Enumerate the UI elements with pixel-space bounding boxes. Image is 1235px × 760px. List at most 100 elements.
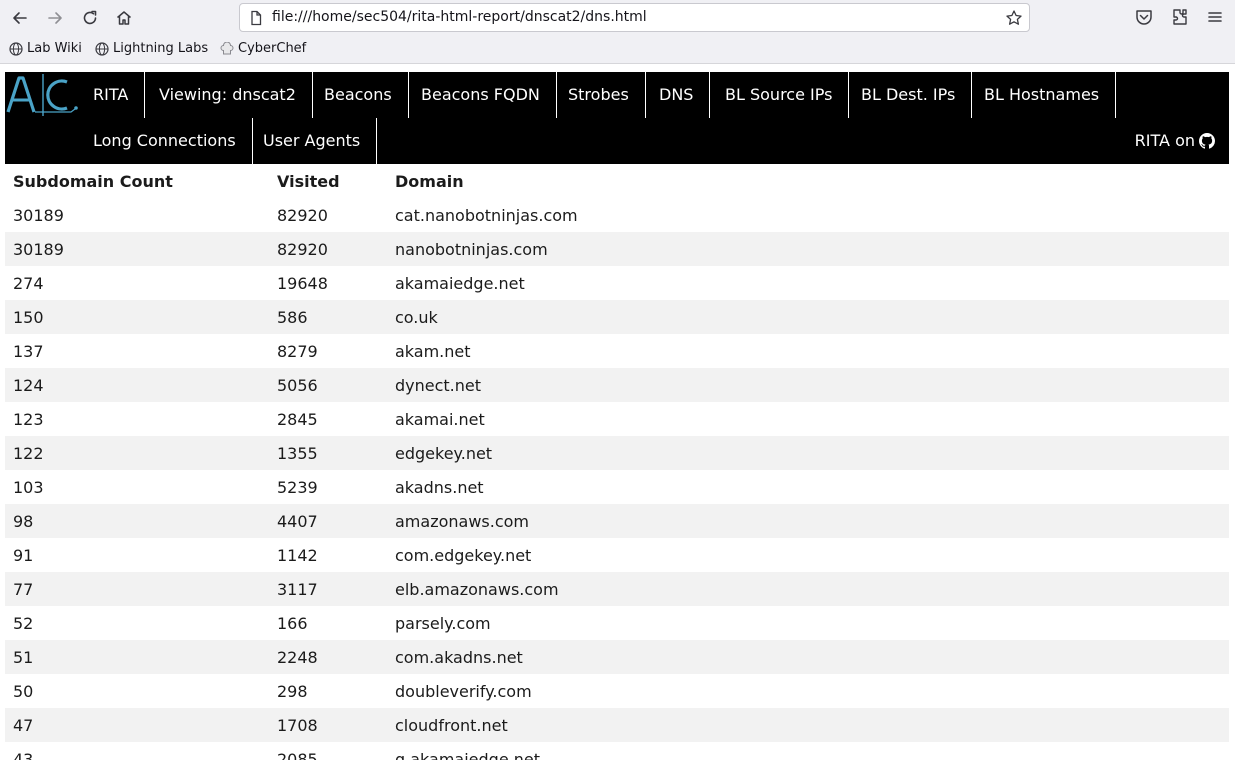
- rita-github-link[interactable]: RITA on: [1135, 118, 1215, 164]
- page-icon: [251, 10, 262, 26]
- cell-domain: cat.nanobotninjas.com: [395, 205, 578, 225]
- chef-hat-icon: [220, 41, 234, 54]
- nav-bl-hostnames[interactable]: BL Hostnames: [968, 72, 1117, 118]
- cell-subdomain-count: 122: [13, 443, 44, 463]
- menu-icon[interactable]: [1205, 7, 1225, 27]
- cell-visited: 1142: [277, 545, 318, 565]
- browser-toolbar: file:///home/sec504/rita-html-report/dns…: [0, 0, 1235, 36]
- cell-visited: 19648: [277, 273, 328, 293]
- table-row: 103 5239 akadns.net: [5, 470, 1229, 504]
- header-domain[interactable]: Domain: [387, 164, 1229, 198]
- header-subdomain-count[interactable]: Subdomain Count: [5, 164, 269, 198]
- cell-domain: nanobotninjas.com: [395, 239, 548, 259]
- globe-icon: [95, 41, 109, 56]
- table-row: 50 298 doubleverify.com: [5, 674, 1229, 708]
- cell-domain: parsely.com: [395, 613, 491, 633]
- cell-visited: 82920: [277, 239, 328, 259]
- cell-domain: cloudfront.net: [395, 715, 508, 735]
- nav-user-agents[interactable]: User Agents: [247, 118, 378, 164]
- cell-domain: akadns.net: [395, 477, 484, 497]
- cell-domain: com.akadns.net: [395, 647, 523, 667]
- table-row: 98 4407 amazonaws.com: [5, 504, 1229, 538]
- cell-subdomain-count: 43: [13, 749, 34, 760]
- github-link-label: RITA on: [1134, 131, 1195, 150]
- cell-visited: 2248: [277, 647, 318, 667]
- cell-subdomain-count: 77: [13, 579, 34, 599]
- cell-domain: akamai.net: [395, 409, 485, 429]
- cell-domain: com.edgekey.net: [395, 545, 532, 565]
- table-row: 51 2248 com.akadns.net: [5, 640, 1229, 674]
- cell-domain: amazonaws.com: [395, 511, 530, 531]
- cell-visited: 82920: [277, 205, 328, 225]
- nav-beacons[interactable]: Beacons: [308, 72, 409, 118]
- cell-visited: 298: [277, 681, 308, 701]
- table-row: 137 8279 akam.net: [5, 334, 1229, 368]
- bookmark-label: Lightning Labs: [113, 41, 209, 56]
- cell-domain: edgekey.net: [395, 443, 493, 463]
- url-text: file:///home/sec504/rita-html-report/dns…: [272, 9, 647, 25]
- cell-subdomain-count: 91: [13, 545, 34, 565]
- pocket-icon[interactable]: [1134, 7, 1154, 27]
- reload-button[interactable]: [77, 5, 103, 31]
- bookmarks-bar: Lab Wiki Lightning Labs CyberChef: [0, 36, 1235, 64]
- table-row: 52 166 parsely.com: [5, 606, 1229, 640]
- cell-visited: 4407: [277, 511, 318, 531]
- cell-visited: 2845: [277, 409, 318, 429]
- bookmark-cyberchef[interactable]: CyberChef: [220, 41, 306, 56]
- nav-beacons-fqdn[interactable]: Beacons FQDN: [405, 72, 557, 118]
- cell-visited: 166: [277, 613, 308, 633]
- bookmark-label: Lab Wiki: [27, 41, 82, 56]
- cell-subdomain-count: 98: [13, 511, 34, 531]
- extensions-icon[interactable]: [1170, 7, 1190, 27]
- rita-navbar: RITA Viewing: dnscat2 Beacons Beacons FQ…: [5, 72, 1229, 164]
- cell-subdomain-count: 124: [13, 375, 44, 395]
- forward-button[interactable]: [42, 5, 68, 31]
- cell-visited: 2085: [277, 749, 318, 760]
- home-button[interactable]: [111, 5, 137, 31]
- nav-long-connections[interactable]: Long Connections: [77, 118, 253, 164]
- cell-subdomain-count: 103: [13, 477, 44, 497]
- table-row: 150 586 co.uk: [5, 300, 1229, 334]
- table-row: 30189 82920 cat.nanobotninjas.com: [5, 198, 1229, 232]
- bookmark-lab-wiki[interactable]: Lab Wiki: [9, 41, 82, 56]
- cell-visited: 5056: [277, 375, 318, 395]
- activecountermeasures-logo[interactable]: [5, 72, 81, 118]
- cell-visited: 5239: [277, 477, 318, 497]
- table-row: 43 2085 g.akamaiedge.net: [5, 742, 1229, 760]
- table-header-row: Subdomain Count Visited Domain: [5, 164, 1229, 198]
- nav-dns[interactable]: DNS: [643, 72, 711, 118]
- globe-icon: [9, 41, 23, 56]
- table-row: 122 1355 edgekey.net: [5, 436, 1229, 470]
- nav-strobes[interactable]: Strobes: [552, 72, 646, 118]
- table-row: 91 1142 com.edgekey.net: [5, 538, 1229, 572]
- back-button[interactable]: [7, 5, 33, 31]
- nav-bl-dest-ips[interactable]: BL Dest. IPs: [845, 72, 973, 118]
- cell-domain: doubleverify.com: [395, 681, 532, 701]
- table-body: 30189 82920 cat.nanobotninjas.com 30189 8292…: [5, 198, 1229, 760]
- cell-subdomain-count: 47: [13, 715, 34, 735]
- cell-visited: 3117: [277, 579, 318, 599]
- cell-visited: 1355: [277, 443, 318, 463]
- nav-rita[interactable]: RITA: [77, 72, 146, 118]
- nav-viewing[interactable]: Viewing: dnscat2: [143, 72, 313, 118]
- cell-domain: g.akamaiedge.net: [395, 749, 541, 760]
- url-bar[interactable]: file:///home/sec504/rita-html-report/dns…: [239, 3, 1030, 32]
- table-row: 30189 82920 nanobotninjas.com: [5, 232, 1229, 266]
- cell-visited: 586: [277, 307, 308, 327]
- table-row: 124 5056 dynect.net: [5, 368, 1229, 402]
- bookmark-star-icon[interactable]: [1005, 9, 1023, 27]
- arrow-left-icon: [13, 12, 27, 24]
- bookmark-label: CyberChef: [238, 41, 307, 56]
- reload-icon: [83, 10, 97, 25]
- cell-visited: 8279: [277, 341, 318, 361]
- github-icon: [1199, 133, 1215, 149]
- cell-domain: co.uk: [395, 307, 438, 327]
- nav-bl-source-ips[interactable]: BL Source IPs: [709, 72, 850, 118]
- header-visited[interactable]: Visited: [269, 164, 387, 198]
- dns-table: Subdomain Count Visited Domain 30189 8292…: [5, 164, 1229, 760]
- cell-subdomain-count: 50: [13, 681, 34, 701]
- bookmark-lightning-labs[interactable]: Lightning Labs: [95, 41, 208, 56]
- cell-subdomain-count: 30189: [13, 205, 64, 225]
- table-row: 274 19648 akamaiedge.net: [5, 266, 1229, 300]
- cell-subdomain-count: 30189: [13, 239, 64, 259]
